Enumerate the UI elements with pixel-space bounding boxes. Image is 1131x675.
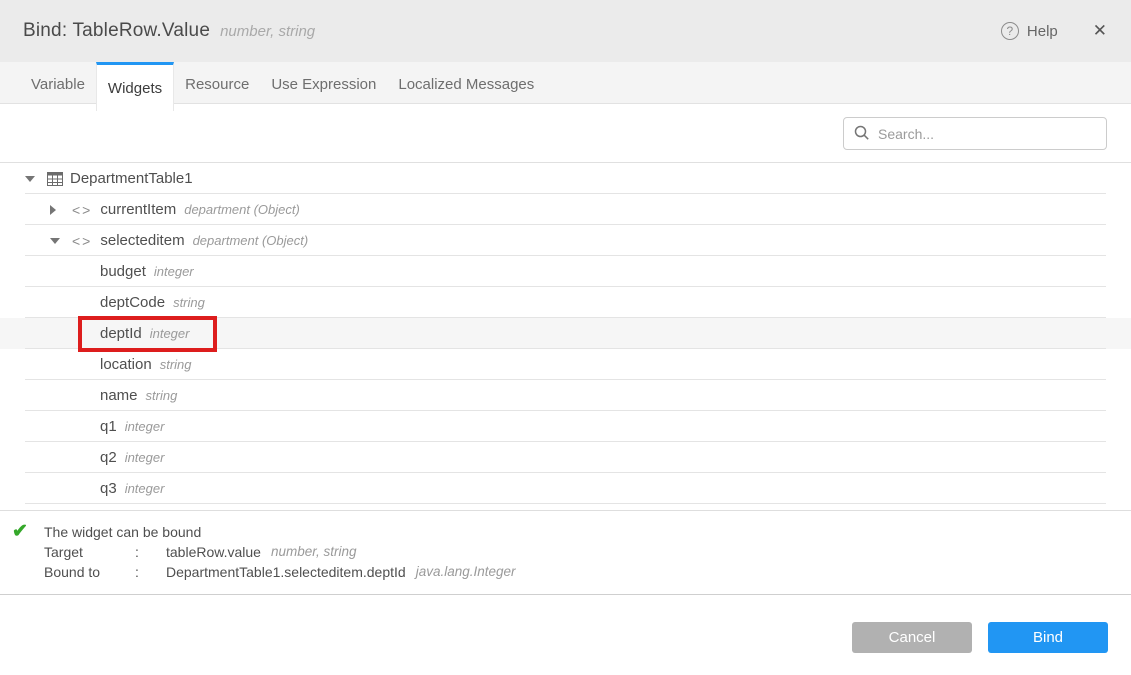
- status-bound-line: Bound to : DepartmentTable1.selecteditem…: [44, 562, 1131, 582]
- tab-resource[interactable]: Resource: [174, 62, 260, 104]
- close-icon[interactable]: ✕: [1093, 21, 1107, 41]
- annotation-box: [78, 316, 217, 352]
- expand-arrow-icon[interactable]: [50, 205, 72, 215]
- bind-status-panel: ✔ The widget can be bound Target : table…: [0, 510, 1131, 595]
- collapse-arrow-icon[interactable]: [25, 176, 47, 182]
- tree-row-label: deptCode: [100, 294, 165, 311]
- dialog-header: Bind: TableRow.Value number, string ? He…: [0, 0, 1131, 62]
- tree-row-label: q3: [100, 480, 117, 497]
- tree-row-label: DepartmentTable1: [70, 170, 193, 187]
- tree-row-selecteditem[interactable]: <> selecteditem department (Object): [0, 225, 1131, 256]
- tree-row-label: q2: [100, 449, 117, 466]
- tab-use-expression[interactable]: Use Expression: [260, 62, 387, 104]
- cancel-button[interactable]: Cancel: [852, 622, 972, 653]
- dialog-title-type-hint: number, string: [220, 23, 315, 40]
- tree-row-type: string: [146, 388, 178, 403]
- bound-to-label: Bound to: [44, 562, 135, 582]
- tree-row-label: q1: [100, 418, 117, 435]
- search-box: [843, 117, 1107, 150]
- tree-row-q1[interactable]: q1 integer: [0, 411, 1131, 442]
- object-icon: <>: [72, 202, 92, 218]
- separator: :: [135, 542, 166, 562]
- tree-row-type: department (Object): [184, 202, 300, 217]
- dialog-title: Bind: TableRow.Value: [23, 20, 210, 42]
- tree-row-q2[interactable]: q2 integer: [0, 442, 1131, 473]
- header-actions: ? Help ✕: [1001, 21, 1107, 41]
- bound-to-value: DepartmentTable1.selecteditem.deptId: [166, 562, 406, 582]
- tree-row-label: deptId: [100, 325, 142, 342]
- object-icon: <>: [72, 233, 92, 249]
- tree-row-label: currentItem: [100, 201, 176, 218]
- widget-tree: DepartmentTable1 <> currentItem departme…: [0, 163, 1131, 504]
- tree-row-departmenttable1[interactable]: DepartmentTable1: [0, 163, 1131, 194]
- tree-row-label: budget: [100, 263, 146, 280]
- target-label: Target: [44, 542, 135, 562]
- tree-row-name[interactable]: name string: [0, 380, 1131, 411]
- tree-row-q3[interactable]: q3 integer: [0, 473, 1131, 504]
- target-type-hint: number, string: [271, 542, 357, 562]
- help-button[interactable]: ? Help: [1001, 22, 1058, 40]
- status-lines: The widget can be bound Target : tableRo…: [44, 522, 1131, 582]
- status-message-line: The widget can be bound: [44, 522, 1131, 542]
- bind-button[interactable]: Bind: [988, 622, 1108, 653]
- tree-row-label: selecteditem: [100, 232, 184, 249]
- help-icon: ?: [1001, 22, 1019, 40]
- tree-row-currentitem[interactable]: <> currentItem department (Object): [0, 194, 1131, 225]
- bound-type-hint: java.lang.Integer: [416, 562, 516, 582]
- search-icon: [854, 125, 870, 141]
- tree-row-location[interactable]: location string: [0, 349, 1131, 380]
- tree-row-type: department (Object): [193, 233, 309, 248]
- tree-row-deptcode[interactable]: deptCode string: [0, 287, 1131, 318]
- tree-row-type: integer: [125, 450, 165, 465]
- collapse-arrow-icon[interactable]: [50, 238, 72, 244]
- separator: :: [135, 562, 166, 582]
- tab-variable[interactable]: Variable: [20, 62, 96, 104]
- tab-bar: Variable Widgets Resource Use Expression…: [0, 62, 1131, 104]
- tree-row-type: integer: [125, 419, 165, 434]
- status-target-line: Target : tableRow.value number, string: [44, 542, 1131, 562]
- search-input[interactable]: [843, 117, 1107, 150]
- tree-row-type: integer: [150, 326, 190, 341]
- tree-row-label: location: [100, 356, 152, 373]
- tree-row-type: integer: [154, 264, 194, 279]
- tree-row-type: integer: [125, 481, 165, 496]
- table-icon: [47, 172, 63, 186]
- tab-widgets[interactable]: Widgets: [96, 62, 174, 111]
- status-message: The widget can be bound: [44, 522, 201, 542]
- dialog-footer: Cancel Bind: [0, 595, 1131, 653]
- search-row: [0, 104, 1131, 163]
- tree-row-budget[interactable]: budget integer: [0, 256, 1131, 287]
- tab-localized-messages[interactable]: Localized Messages: [387, 62, 545, 104]
- tree-row-type: string: [160, 357, 192, 372]
- tree-row-deptid[interactable]: deptId integer: [0, 318, 1131, 349]
- target-value: tableRow.value: [166, 542, 261, 562]
- tree-row-type: string: [173, 295, 205, 310]
- help-label: Help: [1027, 23, 1058, 40]
- check-icon: ✔: [12, 520, 28, 543]
- tree-row-label: name: [100, 387, 138, 404]
